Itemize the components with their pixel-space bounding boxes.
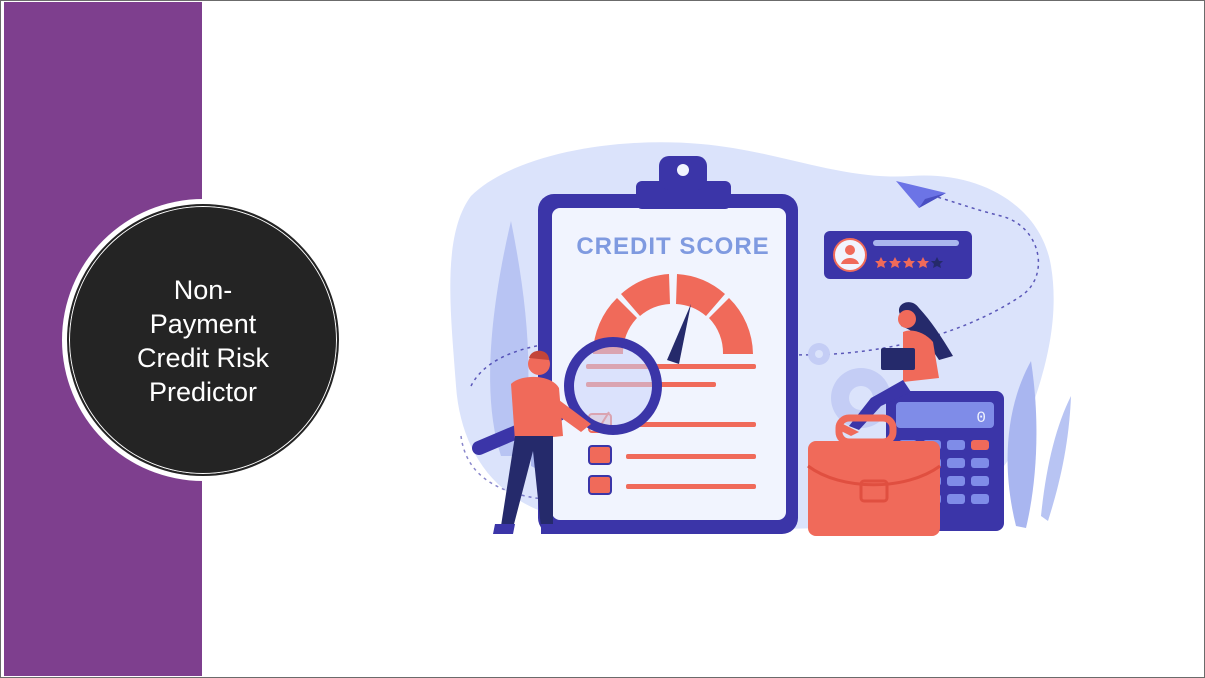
clipboard: CREDIT SCORE	[538, 156, 798, 534]
slide-title-line-4: Predictor	[148, 377, 258, 407]
review-card	[824, 231, 972, 279]
plant-leaf-far-right-2	[1041, 396, 1071, 521]
checkbox-icon	[588, 475, 612, 495]
slide-title-line-2: Payment	[149, 309, 257, 339]
slide-title: Non- Payment Credit Risk Predictor	[128, 273, 278, 409]
title-badge-circle: Non- Payment Credit Risk Predictor	[67, 204, 339, 476]
calculator-display: 0	[976, 409, 986, 427]
gear-icon	[808, 343, 830, 365]
credit-score-heading: CREDIT SCORE	[576, 233, 769, 260]
laptop-icon	[881, 348, 915, 370]
title-badge: Non- Payment Credit Risk Predictor	[62, 199, 344, 481]
credit-score-illustration: CREDIT SCORE 0	[441, 136, 1081, 546]
checkbox-icon	[588, 445, 612, 465]
slide: Non- Payment Credit Risk Predictor CREDI…	[0, 0, 1205, 678]
slide-title-line-1: Non-	[173, 275, 233, 305]
credit-score-illustration-svg: CREDIT SCORE 0	[450, 142, 1071, 536]
slide-title-line-3: Credit Risk	[136, 343, 270, 373]
